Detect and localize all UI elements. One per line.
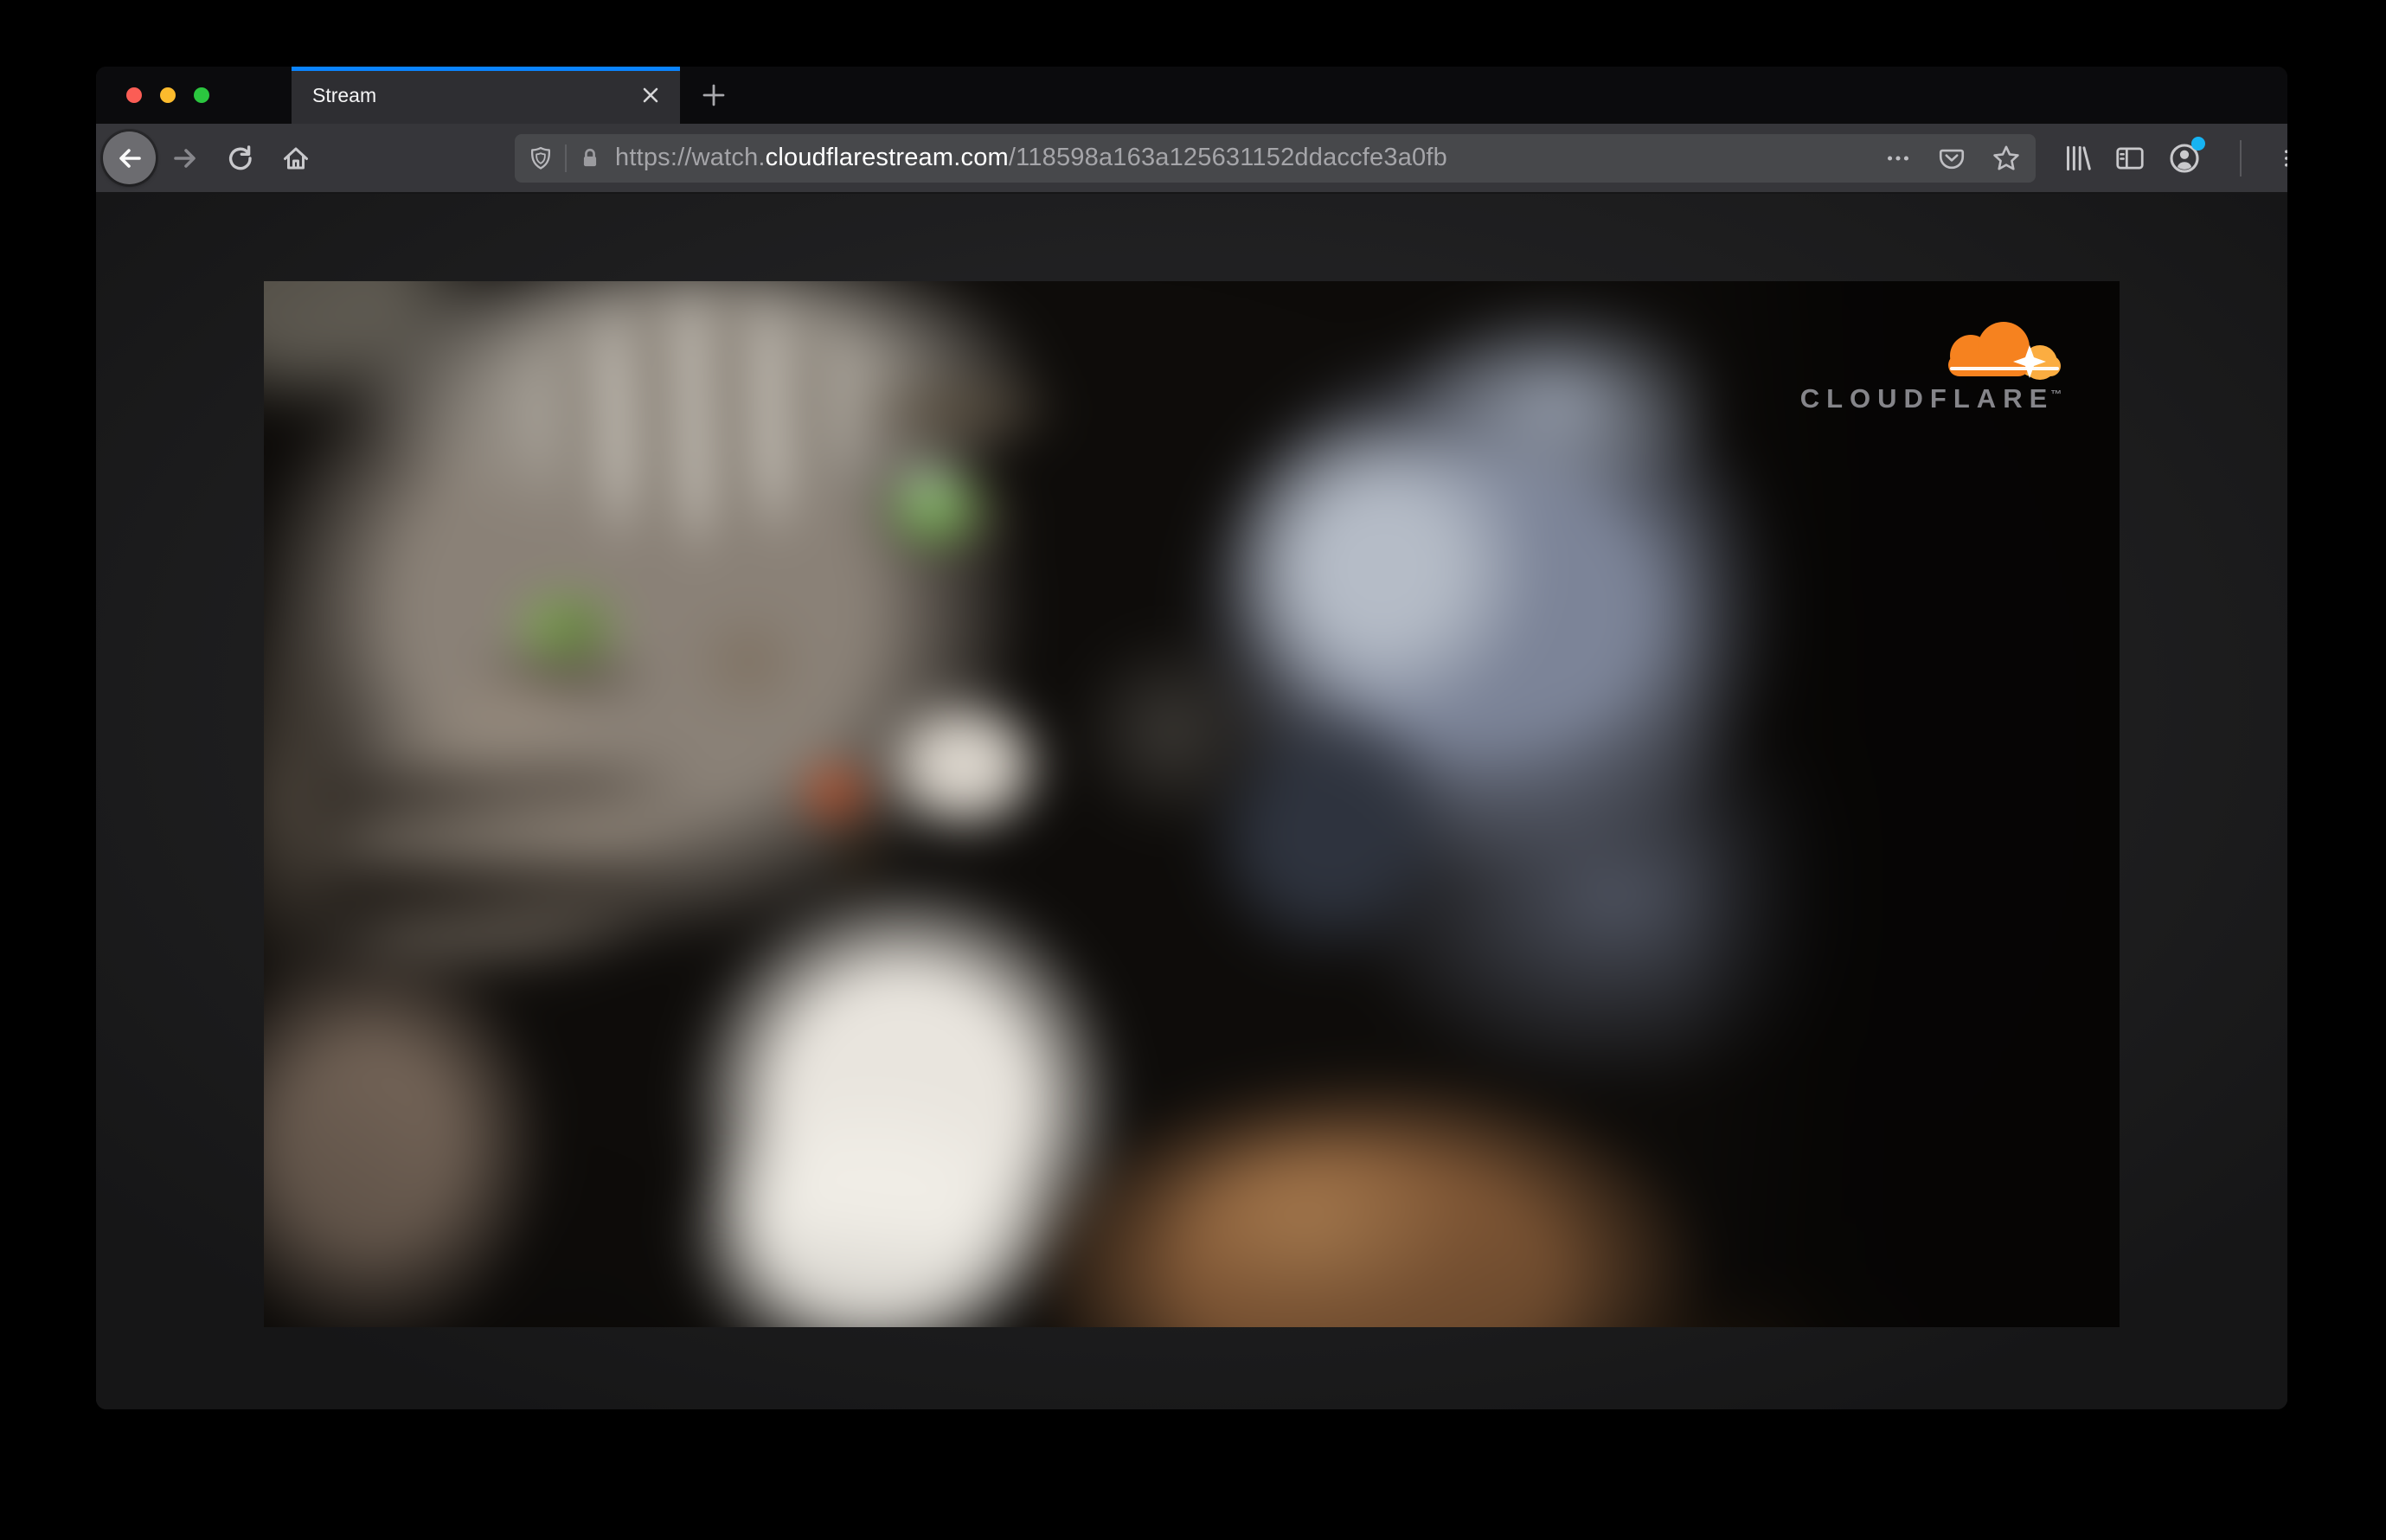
forward-button[interactable]	[170, 143, 201, 174]
url-text[interactable]: https://watch.cloudflarestream.com/11859…	[615, 144, 1866, 172]
toolbar-right-icons	[2060, 136, 2287, 176]
sidebar-icon	[2116, 147, 2144, 169]
reload-button[interactable]	[223, 143, 254, 174]
tab-close-button[interactable]	[635, 80, 666, 111]
page-content: CLOUDFLARE™	[96, 192, 2287, 1409]
video-poster-blurred-cat	[264, 281, 2120, 1327]
forward-arrow-icon	[174, 148, 196, 168]
navigation-toolbar: https://watch.cloudflarestream.com/11859…	[96, 124, 2287, 192]
url-prefix: https://watch.	[615, 144, 766, 171]
toolbar-divider	[2240, 139, 2242, 176]
desktop: { "theme": { "accent": "#0a84ff", "notif…	[0, 0, 2386, 1540]
tab-title: Stream	[312, 83, 377, 106]
library-icon	[2067, 145, 2091, 170]
account-button[interactable]	[2167, 136, 2205, 176]
new-tab-button[interactable]	[694, 75, 734, 115]
url-bar[interactable]: https://watch.cloudflarestream.com/11859…	[515, 133, 2036, 183]
bookmark-star-icon[interactable]	[1991, 143, 2022, 174]
hamburger-menu-icon	[2285, 149, 2287, 167]
window-zoom-button[interactable]	[194, 87, 209, 103]
home-button[interactable]	[280, 143, 311, 174]
trademark-symbol: ™	[2050, 387, 2062, 401]
url-path: /118598a163a125631152ddaccfe3a0fb	[1008, 144, 1447, 171]
lock-icon[interactable]	[577, 144, 603, 172]
tab-stream[interactable]: Stream	[292, 67, 680, 124]
window-minimize-button[interactable]	[160, 87, 176, 103]
plus-icon	[702, 84, 725, 106]
urlbar-divider	[565, 144, 567, 172]
window-close-button[interactable]	[126, 87, 142, 103]
poster-vignette	[264, 281, 2120, 1327]
tracking-protection-shield-icon[interactable]	[527, 144, 555, 173]
cloudflare-cloud-icon	[1948, 322, 2061, 380]
library-button[interactable]	[2060, 142, 2093, 175]
browser-window: Stream https://watch.cloudflarestream.co…	[96, 67, 2287, 1409]
sidebar-button[interactable]	[2113, 142, 2146, 175]
home-icon	[284, 147, 308, 169]
account-notification-dot	[2191, 136, 2205, 151]
tab-bar: Stream	[96, 67, 2287, 124]
video-player[interactable]: CLOUDFLARE™	[264, 281, 2120, 1327]
back-button[interactable]	[103, 132, 156, 184]
menu-button[interactable]	[2280, 141, 2287, 176]
back-arrow-icon	[119, 148, 141, 168]
close-icon	[643, 87, 658, 103]
cloudflare-wordmark: CLOUDFLARE™	[1799, 383, 2062, 414]
cloudflare-logo: CLOUDFLARE™	[1793, 319, 2069, 414]
page-actions-ellipsis-icon[interactable]	[1883, 144, 1913, 173]
pocket-icon[interactable]	[1937, 144, 1966, 173]
url-domain: cloudflarestream.com	[765, 144, 1009, 171]
traffic-lights	[96, 67, 209, 124]
reload-icon	[228, 144, 252, 170]
urlbar-actions	[1883, 143, 2022, 174]
